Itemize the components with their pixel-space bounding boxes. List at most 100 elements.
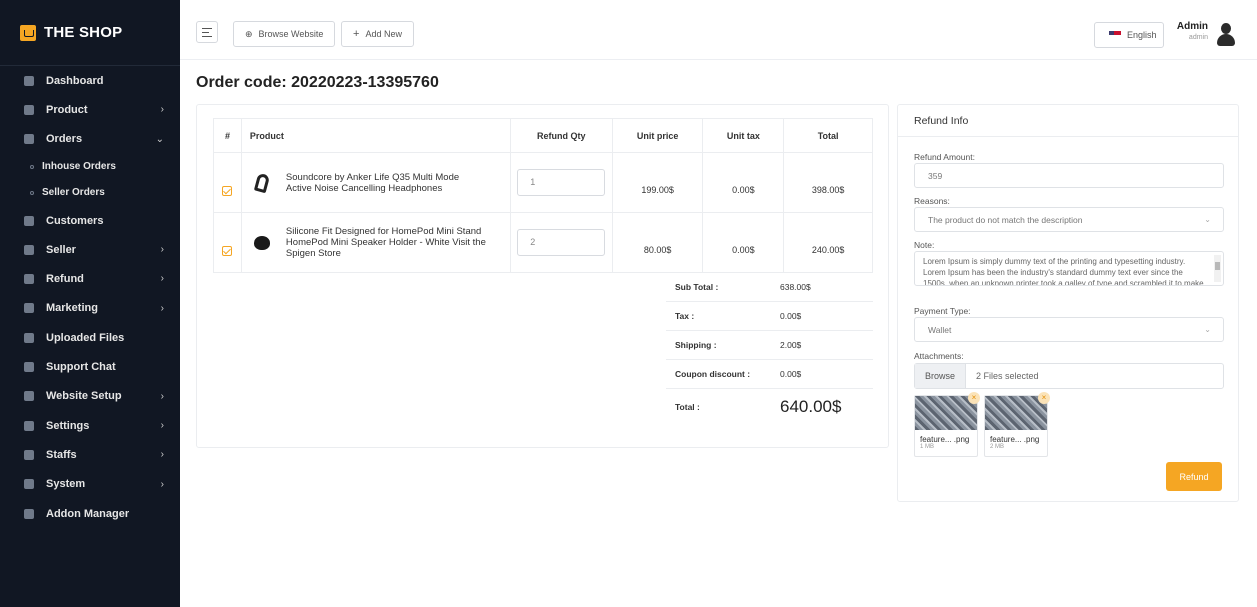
- refund-info-title: Refund Info: [898, 105, 1238, 137]
- chevron-right-icon: ›: [160, 104, 164, 116]
- table-header-row: # Product Refund Qty Unit price Unit tax…: [213, 118, 873, 153]
- sidebar-item-refund[interactable]: Refund ›: [0, 264, 180, 293]
- tax-value: 0.00$: [780, 311, 802, 321]
- sidebar-item-seller-orders[interactable]: Seller Orders: [0, 180, 180, 206]
- language-selector[interactable]: English: [1094, 22, 1164, 48]
- brand-logo[interactable]: THE SHOP: [0, 0, 180, 66]
- reasons-select[interactable]: The product do not match the description…: [914, 207, 1224, 232]
- sidebar-item-label: Settings: [46, 419, 90, 432]
- sidebar-item-label: Inhouse Orders: [42, 161, 116, 173]
- sidebar-item-addon-manager[interactable]: Addon Manager: [0, 499, 180, 528]
- col-unit-tax: Unit tax: [702, 118, 785, 153]
- order-items-card: # Product Refund Qty Unit price Unit tax…: [196, 104, 889, 448]
- sidebar-item-settings[interactable]: Settings ›: [0, 411, 180, 440]
- coupon-label: Coupon discount :: [675, 369, 751, 379]
- globe-icon: ⊕: [245, 28, 253, 39]
- sidebar-item-label: Marketing: [46, 302, 98, 315]
- sidebar-item-dashboard[interactable]: Dashboard: [0, 66, 180, 95]
- note-textarea[interactable]: Lorem Ipsum is simply dummy text of the …: [914, 251, 1224, 286]
- payment-type-select[interactable]: Wallet ⌄: [914, 317, 1224, 342]
- grand-total-value: 640.00$: [780, 397, 842, 416]
- attachment-name: feature... .png: [920, 435, 970, 444]
- users-icon: [24, 215, 34, 226]
- tax-row: Tax : 0.00$: [666, 302, 873, 331]
- shipping-value: 2.00$: [780, 340, 802, 350]
- order-totals: Sub Total : 638.00$ Tax : 0.00$ Shipping :…: [666, 273, 873, 425]
- refund-qty-input[interactable]: 1: [517, 169, 606, 196]
- attachments-input[interactable]: Browse 2 Files selected: [914, 363, 1224, 389]
- reasons-label: Reasons:: [914, 196, 950, 206]
- chevron-right-icon: ›: [160, 449, 164, 461]
- user-name: Admin: [1176, 21, 1208, 32]
- product-name: Silicone Fit Designed for HomePod Mini S…: [285, 226, 486, 259]
- grand-total-row: Total : 640.00$: [666, 389, 873, 425]
- sidebar: THE SHOP Dashboard Product › Orders ⌄ Inho…: [0, 0, 180, 607]
- attachment-size: 2 MB: [990, 444, 1005, 450]
- coupon-row: Coupon discount : 0.00$: [666, 360, 873, 389]
- browse-button[interactable]: Browse: [915, 364, 967, 388]
- attachment-thumbnail[interactable]: × feature... .png 2 MB: [984, 392, 1050, 457]
- user-role: admin: [1188, 34, 1208, 41]
- sidebar-item-website-setup[interactable]: Website Setup ›: [0, 382, 180, 411]
- table-row: Soundcore by Anker Life Q35 Multi Mode A…: [213, 152, 873, 213]
- product-cell: Soundcore by Anker Life Q35 Multi Mode A…: [242, 172, 510, 194]
- menu-toggle-button[interactable]: [196, 21, 218, 43]
- subtotal-row: Sub Total : 638.00$: [666, 273, 873, 302]
- attachments-label: Attachments:: [914, 351, 964, 361]
- note-scrollbar[interactable]: [1214, 255, 1221, 282]
- unit-tax: 0.00$: [702, 212, 785, 273]
- keyboard-image: [915, 396, 977, 430]
- sidebar-item-uploaded-files[interactable]: Uploaded Files: [0, 323, 180, 352]
- sidebar-item-support-chat[interactable]: Support Chat: [0, 352, 180, 381]
- sidebar-item-label: System: [46, 478, 86, 491]
- row-checkbox[interactable]: [222, 185, 233, 196]
- refund-info-card: Refund Info Refund Amount: 359 Reasons: …: [897, 104, 1239, 502]
- keyboard-image: [985, 396, 1047, 430]
- sidebar-item-seller[interactable]: Seller ›: [0, 235, 180, 264]
- coupon-value: 0.00$: [780, 369, 802, 379]
- close-icon[interactable]: ×: [968, 392, 980, 404]
- subtotal-value: 638.00$: [780, 282, 811, 292]
- browse-website-button[interactable]: ⊕ Browse Website: [233, 21, 336, 47]
- close-icon[interactable]: ×: [1038, 392, 1050, 404]
- monitor-icon: [24, 391, 34, 402]
- avatar[interactable]: [1213, 21, 1239, 47]
- plus-icon: +: [353, 28, 360, 40]
- sidebar-item-label: Seller: [46, 243, 76, 256]
- refund-qty-input[interactable]: 2: [517, 229, 606, 256]
- list-icon: [24, 134, 34, 145]
- product-name: Soundcore by Anker Life Q35 Multi Mode A…: [285, 171, 460, 194]
- sidebar-item-system[interactable]: System ›: [0, 470, 180, 499]
- sidebar-item-label: Addon Manager: [46, 507, 130, 520]
- unit-price: 80.00$: [612, 212, 704, 273]
- sidebar-item-label: Staffs: [46, 448, 77, 461]
- subtotal-label: Sub Total :: [675, 282, 719, 292]
- refund-amount-label: Refund Amount:: [914, 152, 975, 162]
- sidebar-item-orders[interactable]: Orders ⌄: [0, 125, 180, 154]
- grid-icon: [24, 75, 34, 86]
- person-icon: [24, 449, 34, 460]
- sidebar-item-product[interactable]: Product ›: [0, 95, 180, 124]
- table-row: Silicone Fit Designed for HomePod Mini S…: [213, 212, 873, 273]
- gear-icon: [24, 420, 34, 431]
- chat-icon: [24, 362, 34, 373]
- attachment-thumbnail[interactable]: × feature... .png 1 MB: [914, 392, 980, 457]
- add-new-button[interactable]: + Add New: [341, 21, 414, 47]
- sidebar-item-inhouse-orders[interactable]: Inhouse Orders: [0, 154, 180, 180]
- sidebar-item-label: Uploaded Files: [46, 331, 125, 344]
- us-flag-icon: [1109, 31, 1121, 39]
- sidebar-item-label: Seller Orders: [42, 187, 105, 199]
- sidebar-item-staffs[interactable]: Staffs ›: [0, 440, 180, 469]
- chevron-right-icon: ›: [160, 478, 164, 490]
- topbar: ⊕ Browse Website + Add New English Admin…: [180, 0, 1257, 60]
- sidebar-item-marketing[interactable]: Marketing ›: [0, 294, 180, 323]
- refund-submit-button[interactable]: Refund: [1166, 462, 1222, 491]
- user-menu[interactable]: Admin admin: [1177, 21, 1208, 41]
- chevron-down-icon: ⌄: [1204, 325, 1211, 334]
- col-unit-price: Unit price: [612, 118, 704, 153]
- sidebar-item-customers[interactable]: Customers: [0, 206, 180, 235]
- brand-name: THE SHOP: [44, 24, 123, 41]
- refund-amount-input[interactable]: 359: [914, 163, 1224, 188]
- refund-amount-value: 359: [928, 170, 943, 181]
- row-checkbox[interactable]: [222, 245, 233, 256]
